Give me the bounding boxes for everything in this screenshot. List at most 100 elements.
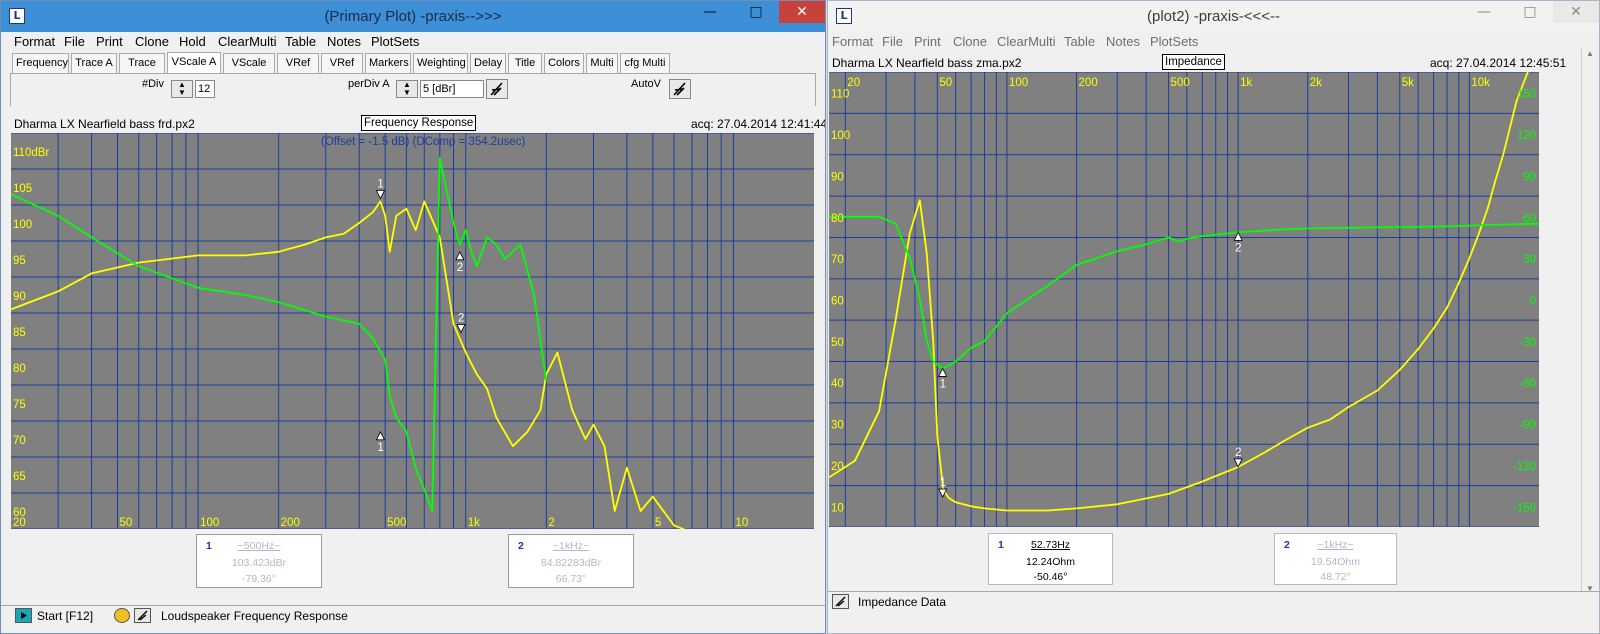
menu-print[interactable]: Print (96, 34, 123, 49)
status-bar: Start [F12] Loudspeaker Frequency Respon… (1, 605, 825, 625)
x-tick-label: 50 (120, 517, 133, 529)
cursor-frequency[interactable]: ~500Hz~ (197, 540, 321, 552)
menu-plotsets[interactable]: PlotSets (1150, 34, 1198, 49)
tab-trace-b[interactable]: Trace B (119, 53, 165, 88)
perdiv-value[interactable]: 5 [dBr] (420, 80, 484, 98)
x-tick-label: 100 (200, 517, 219, 529)
pen-icon[interactable] (134, 608, 151, 623)
frequency-response-plot[interactable]: 110dBr 105 100 95 90 85 80 75 70 65 60 20 50 100 200 50… (11, 133, 814, 529)
tab-delay[interactable]: Delay (470, 53, 506, 73)
frequency-response-chart: 110dBr105100959085807570656020 50 100 200 50… (11, 133, 814, 529)
maximize-button[interactable]: □ (733, 1, 779, 23)
y2-tick-label: -60 (1519, 378, 1536, 390)
menu-bar: Format File Print Clone ClearMulti Table… (828, 32, 1599, 51)
tab-trace-a[interactable]: Trace A (71, 53, 117, 73)
menu-table[interactable]: Table (1064, 34, 1095, 49)
y-tick-label: 90 (831, 171, 844, 183)
x-tick-label: 500 (1171, 77, 1190, 89)
y-tick-label: 95 (13, 255, 26, 267)
perdiv-spinner[interactable]: ▲ ▼ (396, 80, 418, 98)
acquisition-timestamp: acq: 27.04.2014 12:41:44 (691, 117, 826, 131)
menu-format[interactable]: Format (832, 34, 873, 49)
minimize-button[interactable]: — (687, 1, 733, 23)
menu-notes[interactable]: Notes (327, 34, 361, 49)
title-bar[interactable]: L (Primary Plot) -praxis-->>> — □ ✕ (1, 1, 825, 32)
tab-colors[interactable]: Colors (544, 53, 584, 73)
title-bar[interactable]: L (plot2) -praxis-<<<-- — □ ✕ (828, 1, 1599, 32)
tab-multi[interactable]: Multi (586, 53, 618, 73)
scroll-up-icon[interactable]: ▲ (1586, 49, 1594, 58)
tab-frequency[interactable]: Frequency (12, 53, 69, 73)
status-message: Impedance Data (858, 595, 947, 609)
cursor-marker-label: 1 (377, 442, 383, 454)
tab-markers[interactable]: Markers (365, 53, 411, 73)
vertical-scrollbar[interactable]: ▲ ▼ (1581, 49, 1599, 593)
maximize-button[interactable]: □ (1507, 1, 1553, 23)
tab-vscale-b[interactable]: VScale B (223, 53, 275, 88)
cursor-marker-icon (375, 430, 386, 441)
x-tick-label: 500 (387, 517, 406, 529)
tab-cfg-multi[interactable]: cfg Multi (620, 53, 670, 73)
pen-tool-button[interactable] (486, 79, 508, 99)
cursor-phase: -50.46° (1033, 571, 1068, 583)
menu-hold[interactable]: Hold (179, 34, 206, 49)
status-message: Loudspeaker Frequency Response (161, 609, 348, 623)
y-tick-label: 70 (13, 435, 26, 447)
y-tick-label: 65 (13, 471, 26, 483)
y2-tick-label: 30 (1523, 254, 1536, 266)
y2-tick-label: -90 (1519, 420, 1536, 432)
cursor-phase: 48.72° (1320, 571, 1351, 583)
menu-clearmulti[interactable]: ClearMulti (218, 34, 277, 49)
div-value[interactable]: 12 (195, 80, 215, 98)
x-tick-label: 100 (1009, 77, 1028, 89)
minimize-button[interactable]: — (1461, 1, 1507, 23)
cursor-marker-icon (456, 324, 466, 334)
tab-vref-b[interactable]: VRef B (321, 53, 363, 88)
y-tick-label: 20 (831, 461, 844, 473)
x-tick-label: 5 (655, 517, 661, 529)
y-tick-label: 10 (831, 502, 844, 514)
div-spinner[interactable]: ▲ ▼ (171, 80, 193, 98)
tab-weighting[interactable]: Weighting (413, 53, 468, 73)
close-button[interactable]: ✕ (1553, 1, 1599, 23)
menu-clone[interactable]: Clone (953, 34, 987, 49)
y2-tick-label: -150 (1513, 502, 1536, 514)
plot-file-name: Dharma LX Nearfield bass frd.px2 (14, 117, 195, 131)
menu-clone[interactable]: Clone (135, 34, 169, 49)
tab-vref-a[interactable]: VRef A (277, 53, 319, 88)
menu-file[interactable]: File (882, 34, 903, 49)
impedance-phase-line (829, 215, 1539, 370)
y-tick-label: 105 (13, 183, 32, 195)
menu-notes[interactable]: Notes (1106, 34, 1140, 49)
tab-vscale-a[interactable]: VScale A (167, 52, 221, 74)
menu-file[interactable]: File (64, 34, 85, 49)
menu-clearmulti[interactable]: ClearMulti (997, 34, 1056, 49)
tab-title[interactable]: Title (508, 53, 542, 73)
pen-icon[interactable] (832, 594, 849, 609)
cursor-frequency[interactable]: ~1kHz~ (1275, 539, 1396, 551)
primary-plot-window: L (Primary Plot) -praxis-->>> — □ ✕ Form… (0, 0, 826, 634)
impedance-plot[interactable]: 110 100 90 80 70 60 50 40 30 20 10 150 120 90 60 30 0 -30… (829, 72, 1539, 527)
gauge-icon[interactable] (114, 608, 130, 623)
menu-plotsets[interactable]: PlotSets (371, 34, 419, 49)
y-tick-label: 110dBr (13, 147, 49, 159)
cursor-readout-2: 2 ~1kHz~ 84.82283dBr 66.73° (508, 534, 634, 588)
close-button[interactable]: ✕ (779, 1, 825, 23)
y-tick-label: 80 (831, 213, 844, 225)
y2-tick-label: -120 (1513, 461, 1536, 473)
cursor-frequency[interactable]: ~1kHz~ (509, 540, 633, 552)
div-label: #Div (142, 78, 165, 90)
start-icon[interactable] (15, 608, 32, 623)
menu-print[interactable]: Print (914, 34, 941, 49)
start-button[interactable]: Start [F12] (37, 609, 93, 623)
autov-button[interactable] (669, 79, 691, 99)
x-tick-label: 2 (548, 517, 554, 529)
cursor-level: 103.423dBr (231, 557, 287, 569)
menu-format[interactable]: Format (14, 34, 55, 49)
y2-tick-label: 90 (1523, 171, 1536, 183)
x-tick-label: 2k (1310, 77, 1322, 89)
y-tick-label: 100 (831, 130, 850, 142)
menu-table[interactable]: Table (285, 34, 316, 49)
cursor-frequency[interactable]: 52.73Hz (989, 539, 1112, 551)
cursor-marker-label: 2 (1235, 242, 1241, 254)
